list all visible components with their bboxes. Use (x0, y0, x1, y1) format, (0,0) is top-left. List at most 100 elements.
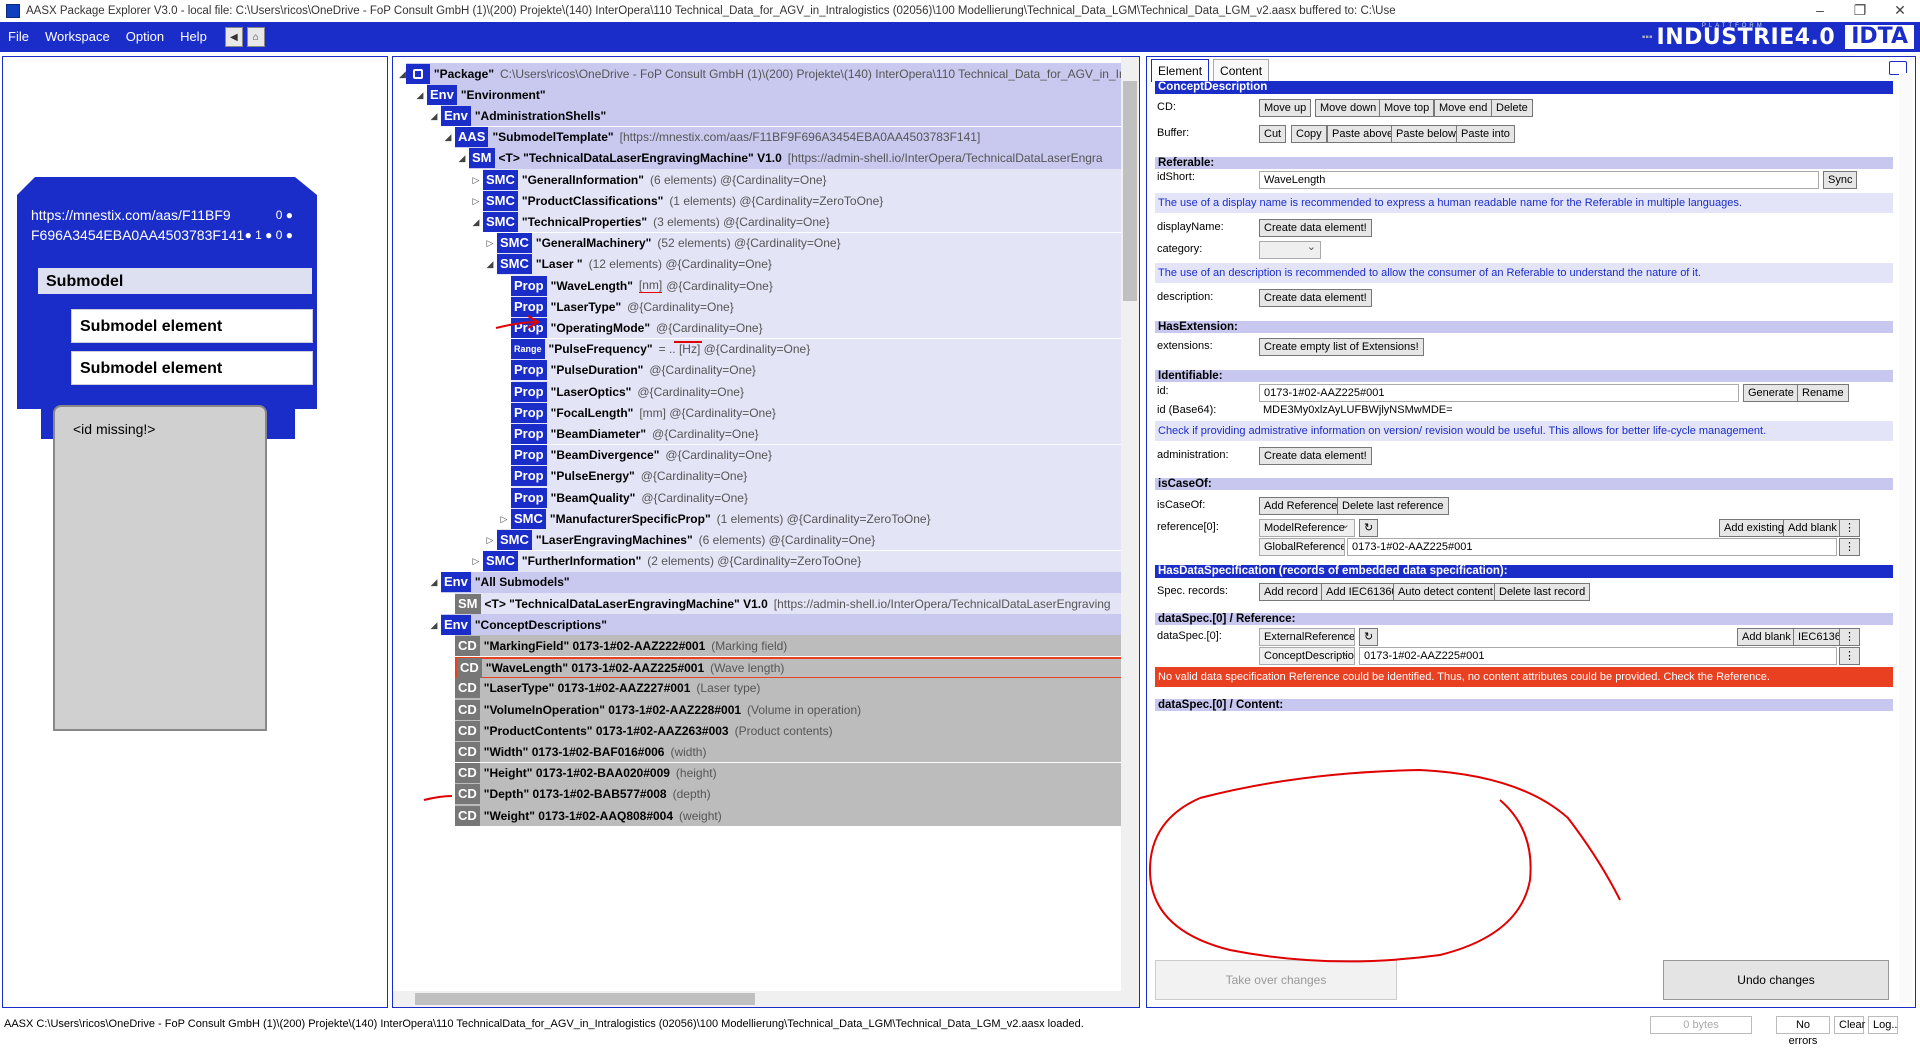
idshort-input[interactable]: WaveLength (1259, 171, 1819, 189)
key-type-select[interactable]: GlobalReference (1259, 538, 1345, 556)
log-button[interactable]: Log.. (1868, 1016, 1898, 1034)
collapse-arrow-icon[interactable]: ◢ (427, 111, 441, 122)
tree-node[interactable]: ◢ SM <T> "TechnicalDataLaserEngravingMachi… (455, 147, 1127, 170)
tree-node[interactable]: CD "Width" 0173-1#02-BAF016#006 (width) (441, 741, 1127, 764)
dataspec-key-type-select[interactable]: ConceptDescription (1259, 647, 1355, 665)
create-displayname-button[interactable]: Create data element! (1259, 219, 1372, 237)
collapse-arrow-icon[interactable]: ◢ (441, 132, 455, 143)
tree-node[interactable]: CD "Depth" 0173-1#02-BAB577#008 (depth) (441, 783, 1127, 806)
copy-button[interactable]: Copy (1291, 125, 1327, 143)
tree-node[interactable]: Prop "LaserOptics" @{Cardinality=One} (497, 381, 1127, 403)
auto-detect-content-button[interactable]: Auto detect content (1393, 583, 1498, 601)
tree-node-bar[interactable]: SMC "FurtherInformation" (2 elements) @{Ca… (483, 550, 1127, 573)
tree-node[interactable]: ◢ Env "Environment" (413, 84, 1127, 107)
key-more-button[interactable]: ⋮ (1839, 538, 1860, 556)
editor-vertical-scrollbar[interactable] (1899, 73, 1913, 1003)
tree-node[interactable]: ◢ Env "ConceptDescriptions" (427, 614, 1127, 637)
expand-arrow-icon[interactable]: ▷ (483, 238, 497, 249)
tree-node-bar[interactable]: Env "Environment" (427, 84, 1127, 107)
tree-node[interactable]: ◢ SMC "TechnicalProperties" (3 elements) @{… (469, 211, 1127, 234)
tree-node[interactable]: ◢ SMC "Laser " (12 elements) @{Cardinality=… (483, 253, 1127, 276)
menu-option[interactable]: Option (118, 22, 172, 52)
tree-node-bar[interactable]: Prop "WaveLength" [nm] @{Cardinality=One} (511, 275, 1127, 297)
dataspec-more-button[interactable]: ⋮ (1839, 628, 1860, 646)
tree-node[interactable]: Prop "WaveLength" [nm] @{Cardinality=One} (497, 275, 1127, 297)
create-extensions-button[interactable]: Create empty list of Extensions! (1259, 338, 1424, 356)
tree-node-bar[interactable]: CD "Depth" 0173-1#02-BAB577#008 (depth) (455, 783, 1127, 806)
tree-node[interactable]: ▷ SMC "FurtherInformation" (2 elements) @{C… (469, 550, 1127, 573)
tree-node-bar[interactable]: Prop "LaserOptics" @{Cardinality=One} (511, 381, 1127, 403)
tree-node-bar[interactable]: Prop "FocalLength" [mm] @{Cardinality=One} (511, 402, 1127, 425)
tree-node-bar[interactable]: SM <T> "TechnicalDataLaserEngravingMachin… (455, 593, 1127, 615)
tree-node-bar[interactable]: Prop "PulseDuration" @{Cardinality=One} (511, 359, 1127, 382)
home-button[interactable]: ⌂ (246, 27, 265, 47)
tree-node-bar[interactable]: CD "LaserType" 0173-1#02-AAZ227#001 (Laser… (455, 677, 1127, 700)
tree-node-bar[interactable]: CD "VolumeInOperation" 0173-1#02-AAZ228#0… (455, 699, 1127, 721)
collapse-arrow-icon[interactable]: ◢ (483, 259, 497, 270)
minimize-button[interactable]: – (1800, 0, 1840, 22)
tree-node-bar[interactable]: Prop "BeamQuality" @{Cardinality=One} (511, 487, 1127, 509)
tree-node-bar[interactable]: Env "AdministrationShells" (441, 105, 1127, 128)
add-reference-button[interactable]: Add Reference (1259, 497, 1343, 515)
add-existing-button[interactable]: Add existing (1719, 519, 1789, 537)
tree-node-bar[interactable]: SMC "ProductClassifications" (1 elements) … (483, 190, 1127, 213)
paste-below-button[interactable]: Paste below (1391, 125, 1461, 143)
tree-node[interactable]: ◢ Env "AdministrationShells" (427, 105, 1127, 128)
collapse-arrow-icon[interactable]: ◢ (427, 577, 441, 588)
expand-arrow-icon[interactable]: ▷ (469, 175, 483, 186)
add-record-button[interactable]: Add record (1259, 583, 1323, 601)
tree-node-bar[interactable]: Env "All Submodels" (441, 571, 1127, 594)
tree-node-bar[interactable]: SMC "Laser " (12 elements) @{Cardinality=O… (497, 253, 1127, 276)
collapse-arrow-icon[interactable]: ◢ (413, 90, 427, 101)
tree-vertical-scrollbar[interactable] (1121, 57, 1139, 1007)
tree-node-bar[interactable]: Env "ConceptDescriptions" (441, 614, 1127, 637)
tree-node[interactable]: CD "ProductContents" 0173-1#02-AAZ263#003… (441, 720, 1127, 743)
tree-node[interactable]: CD "Height" 0173-1#02-BAA020#009 (height) (441, 762, 1127, 785)
tree-node[interactable]: ▷ SMC "ProductClassifications" (1 elements)… (469, 190, 1127, 213)
tree-node[interactable]: ◢ Env "All Submodels" (427, 571, 1127, 594)
expand-arrow-icon[interactable]: ▷ (483, 535, 497, 546)
tree-node[interactable]: CD "VolumeInOperation" 0173-1#02-AAZ228#0… (441, 699, 1127, 721)
delete-last-reference-button[interactable]: Delete last reference (1337, 497, 1449, 515)
submodel-box[interactable]: Submodel (37, 267, 313, 295)
tree-node-bar[interactable]: AAS "SubmodelTemplate" [https://mnestix.co… (455, 126, 1127, 149)
tree-horizontal-scrollbar[interactable] (393, 991, 1139, 1007)
tree-node[interactable]: Prop "PulseEnergy" @{Cardinality=One} (497, 465, 1127, 488)
tree-node[interactable]: Prop "LaserType" @{Cardinality=One} (497, 296, 1127, 319)
create-administration-button[interactable]: Create data element! (1259, 447, 1372, 465)
dataspec-reference-type-select[interactable]: ExternalReference (1259, 628, 1355, 646)
submodel-element-box-1[interactable]: Submodel element (71, 309, 313, 343)
tree-node-bar[interactable]: Range "PulseFrequency" = .. [Hz] @{Cardina… (511, 338, 1127, 361)
expand-arrow-icon[interactable]: ▷ (469, 556, 483, 567)
tree-node[interactable]: Prop "PulseDuration" @{Cardinality=One} (497, 359, 1127, 382)
tree-node-bar[interactable]: SMC "LaserEngravingMachines" (6 elements) … (497, 529, 1127, 552)
errors-indicator[interactable]: No errors (1776, 1016, 1830, 1047)
tab-content[interactable]: Content (1213, 59, 1270, 82)
collapse-arrow-icon[interactable]: ◢ (455, 153, 469, 164)
tree-node[interactable]: Prop "OperatingMode" @{Cardinality=One} (497, 317, 1127, 340)
tree-node[interactable]: Prop "BeamQuality" @{Cardinality=One} (497, 487, 1127, 509)
paste-above-button[interactable]: Paste above (1327, 125, 1399, 143)
tree-node[interactable]: CD "LaserType" 0173-1#02-AAZ227#001 (Laser… (441, 677, 1127, 700)
move-top-button[interactable]: Move top (1379, 99, 1435, 117)
collapse-arrow-icon[interactable]: ◢ (399, 69, 406, 80)
sync-button[interactable]: Sync (1823, 171, 1858, 189)
tree-node[interactable]: Prop "BeamDivergence" @{Cardinality=One} (497, 444, 1127, 467)
clear-button[interactable]: Clear (1834, 1016, 1865, 1034)
tree-node-bar[interactable]: SMC "GeneralInformation" (6 elements) @{Ca… (483, 169, 1127, 191)
refresh-button[interactable]: ↻ (1359, 519, 1379, 537)
cut-button[interactable]: Cut (1259, 125, 1287, 143)
collapse-arrow-icon[interactable]: ◢ (469, 217, 483, 228)
tree-node-bar[interactable]: CD "WaveLength" 0173-1#02-AAZ225#001 (Wave… (455, 656, 1127, 679)
tree-node-bar[interactable]: SM <T> "TechnicalDataLaserEngravingMachin… (469, 147, 1127, 170)
tree-node[interactable]: ▷ SMC "ManufacturerSpecificProp" (1 element… (497, 508, 1127, 531)
tree-node[interactable]: ▷ SMC "LaserEngravingMachines" (6 elements)… (483, 529, 1127, 552)
tree-node-bar[interactable]: CD "Height" 0173-1#02-BAA020#009 (height) (455, 762, 1127, 785)
menu-workspace[interactable]: Workspace (37, 22, 118, 52)
tree-node-bar[interactable]: Prop "OperatingMode" @{Cardinality=One} (511, 317, 1127, 340)
tree-node-bar[interactable]: Prop "BeamDivergence" @{Cardinality=One} (511, 444, 1127, 467)
dataspec-add-blank-button[interactable]: Add blank (1737, 628, 1796, 646)
undo-changes-button[interactable]: Undo changes (1663, 960, 1889, 1000)
tree-node[interactable]: Prop "BeamDiameter" @{Cardinality=One} (497, 423, 1127, 446)
tree-node[interactable]: ▷ SMC "GeneralInformation" (6 elements) @{C… (469, 169, 1127, 191)
